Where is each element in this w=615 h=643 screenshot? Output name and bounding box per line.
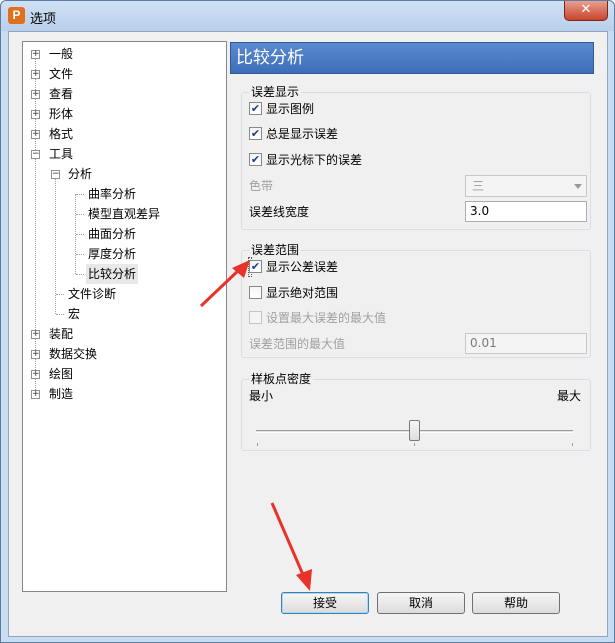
tree-item-data-exchange[interactable]: + 数据交换: [23, 344, 226, 364]
category-tree[interactable]: + 一般 + 文件 + 查看 + 形体 + 格式 − 工具 − 分析 曲率分析 …: [22, 41, 227, 592]
tree-item-view[interactable]: + 查看: [23, 84, 226, 104]
cancel-button[interactable]: 取消: [377, 592, 465, 614]
tree-item-shape[interactable]: + 形体: [23, 104, 226, 124]
checkbox-box[interactable]: ✔: [249, 102, 262, 115]
expand-icon[interactable]: +: [31, 350, 40, 359]
tree-item-file-diagnosis[interactable]: 文件诊断: [23, 284, 226, 304]
expand-icon[interactable]: +: [31, 130, 40, 139]
tree-item-tools[interactable]: − 工具: [23, 144, 226, 164]
slider-tick: [257, 443, 258, 446]
checkbox-box[interactable]: [249, 286, 262, 299]
checkbox-label: 显示光标下的误差: [266, 153, 363, 167]
density-slider-thumb[interactable]: [409, 420, 420, 441]
tree-item-label: 模型直观差异: [88, 207, 161, 221]
checkbox-box[interactable]: ✔: [249, 127, 262, 140]
checkbox-box[interactable]: ✔: [249, 260, 262, 273]
checkbox-label: 显示绝对范围: [266, 286, 339, 300]
tree-connector: [56, 294, 64, 295]
checkbox-label: 设置最大误差的最大值: [266, 311, 387, 325]
slider-tick: [572, 443, 573, 446]
error-line-width-input[interactable]: 3.0: [465, 201, 587, 222]
color-band-value: 三: [472, 179, 485, 193]
expand-icon[interactable]: +: [31, 110, 40, 119]
tree-item-label: 形体: [49, 107, 74, 121]
show-tolerance-checkbox[interactable]: ✔ 显示公差误差: [248, 257, 338, 277]
checkbox-label: 显示图例: [266, 102, 315, 116]
tree-item-thickness-analysis[interactable]: 厚度分析: [23, 244, 226, 264]
tree-item-analysis[interactable]: − 分析: [23, 164, 226, 184]
tree-connector: [76, 194, 84, 195]
tree-item-label: 数据交换: [49, 347, 98, 361]
tree-item-compare-analysis[interactable]: 比较分析: [23, 264, 226, 284]
help-button[interactable]: 帮助: [472, 592, 560, 614]
tree-connector: [76, 274, 84, 275]
page-title: 比较分析: [230, 42, 594, 74]
group-title: 样板点密度: [249, 372, 314, 386]
slider-tick: [414, 443, 415, 446]
expand-icon[interactable]: +: [31, 50, 40, 59]
expand-icon[interactable]: +: [31, 70, 40, 79]
tree-item-assembly[interactable]: + 装配: [23, 324, 226, 344]
tree-item-surface-analysis[interactable]: 曲面分析: [23, 224, 226, 244]
checkbox-label: 显示公差误差: [266, 260, 339, 274]
tree-item-format[interactable]: + 格式: [23, 124, 226, 144]
tree-item-label: 比较分析: [86, 264, 139, 284]
expand-icon[interactable]: +: [31, 370, 40, 379]
collapse-icon[interactable]: −: [31, 150, 40, 159]
checkbox-box[interactable]: ✔: [249, 153, 262, 166]
tree-item-label: 厚度分析: [88, 247, 137, 261]
tree-item-model-visual-diff[interactable]: 模型直观差异: [23, 204, 226, 224]
expand-icon[interactable]: +: [31, 390, 40, 399]
expand-icon[interactable]: +: [31, 330, 40, 339]
tree-item-label: 一般: [49, 47, 74, 61]
tree-connector: [76, 254, 84, 255]
tree-item-label: 文件诊断: [68, 287, 117, 301]
tree-item-label: 宏: [68, 307, 81, 321]
max-range-input[interactable]: 0.01: [465, 333, 587, 354]
tree-item-label: 格式: [49, 127, 74, 141]
tree-item-label: 曲面分析: [88, 227, 137, 241]
tree-connector: [56, 314, 64, 315]
color-band-label: 色带: [249, 179, 274, 193]
tree-item-macro[interactable]: 宏: [23, 304, 226, 324]
chevron-down-icon: [574, 184, 582, 189]
density-min-label: 最小: [249, 389, 274, 403]
app-icon: P: [8, 7, 25, 24]
tree-item-label: 文件: [49, 67, 74, 81]
options-dialog: P 选项 ✕ + 一般 + 文件 + 查看 + 形体 + 格式 − 工具 − 分…: [0, 0, 615, 643]
window-title: 选项: [30, 12, 57, 27]
tree-item-file[interactable]: + 文件: [23, 64, 226, 84]
color-band-select[interactable]: 三: [465, 175, 587, 197]
tree-item-curvature-analysis[interactable]: 曲率分析: [23, 184, 226, 204]
error-line-width-label: 误差线宽度: [249, 205, 310, 219]
tree-connector: [76, 214, 84, 215]
tree-connector: [76, 234, 84, 235]
tree-item-label: 装配: [49, 327, 74, 341]
tree-item-manufacturing[interactable]: + 制造: [23, 384, 226, 404]
tree-item-label: 查看: [49, 87, 74, 101]
tree-item-drawing[interactable]: + 绘图: [23, 364, 226, 384]
group-title: 误差范围: [249, 243, 302, 257]
dialog-body: + 一般 + 文件 + 查看 + 形体 + 格式 − 工具 − 分析 曲率分析 …: [8, 31, 608, 637]
checkbox-label: 总是显示误差: [266, 127, 339, 141]
tree-item-label: 分析: [68, 167, 93, 181]
group-title: 误差显示: [249, 85, 302, 99]
density-max-label: 最大: [557, 389, 582, 403]
accept-button[interactable]: 接受: [281, 592, 369, 614]
title-bar[interactable]: P 选项 ✕: [1, 1, 614, 31]
close-button[interactable]: ✕: [564, 1, 608, 21]
collapse-icon[interactable]: −: [51, 170, 60, 179]
max-range-label: 误差范围的最大值: [249, 337, 346, 351]
checkbox-box[interactable]: [249, 311, 262, 324]
tree-item-general[interactable]: + 一般: [23, 44, 226, 64]
tree-item-label: 制造: [49, 387, 74, 401]
tree-item-label: 工具: [49, 147, 74, 161]
tree-item-label: 曲率分析: [88, 187, 137, 201]
tree-item-label: 绘图: [49, 367, 74, 381]
expand-icon[interactable]: +: [31, 90, 40, 99]
